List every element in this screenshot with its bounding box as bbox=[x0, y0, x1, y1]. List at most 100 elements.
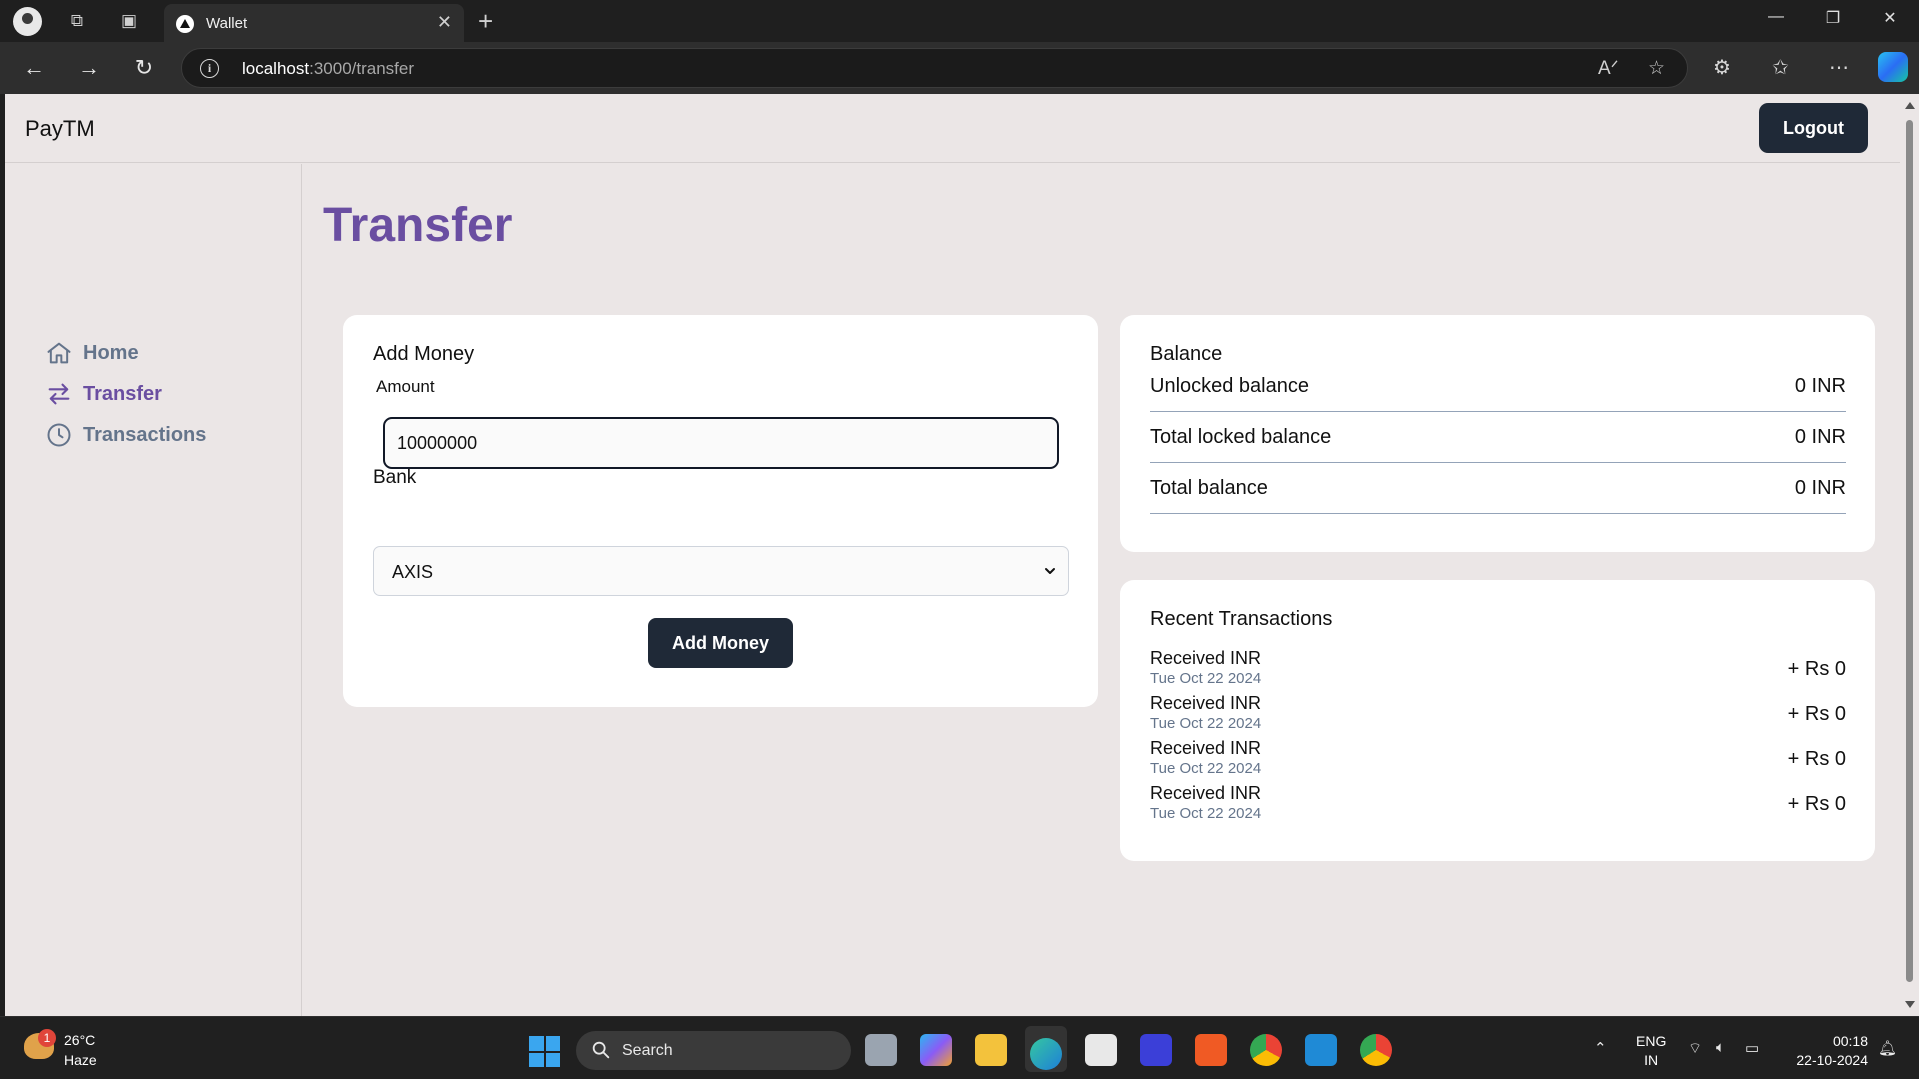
recent-transactions-title: Recent Transactions bbox=[1150, 608, 1333, 630]
balance-row-total: Total balance 0 INR bbox=[1150, 463, 1846, 514]
site-favicon-icon bbox=[176, 15, 194, 33]
close-tab-icon[interactable]: ✕ bbox=[437, 12, 452, 33]
browser-tab-strip: ⧉ ▣ Wallet ✕ + — ❐ ✕ bbox=[0, 0, 1919, 42]
scrollbar-thumb[interactable] bbox=[1906, 120, 1913, 982]
address-bar[interactable]: i localhost:3000/transfer Aᐟ ☆ bbox=[181, 48, 1688, 88]
microsoft-store-icon[interactable] bbox=[1085, 1034, 1117, 1066]
page-title: Transfer bbox=[323, 199, 513, 252]
copilot-icon[interactable] bbox=[1878, 52, 1908, 82]
copilot-app-icon[interactable] bbox=[920, 1034, 952, 1066]
more-menu-icon[interactable]: ⋯ bbox=[1829, 55, 1849, 80]
sidebar-item-transfer[interactable]: Transfer bbox=[45, 379, 162, 409]
sidebar-item-home[interactable]: Home bbox=[45, 338, 139, 368]
page-viewport: PayTM Logout Home Transfer Transactions … bbox=[5, 94, 1900, 1016]
amount-input[interactable] bbox=[383, 417, 1059, 469]
add-money-button[interactable]: Add Money bbox=[648, 618, 793, 668]
windows-start-icon[interactable] bbox=[529, 1036, 560, 1067]
bank-select[interactable]: AXIS bbox=[373, 546, 1069, 596]
taskbar-search-label: Search bbox=[622, 1042, 673, 1059]
language-indicator[interactable]: ENG IN bbox=[1636, 1032, 1666, 1070]
sidebar-item-label: Home bbox=[83, 341, 139, 364]
taskbar-search[interactable]: Search bbox=[576, 1031, 851, 1070]
sidebar-item-label: Transfer bbox=[83, 382, 162, 405]
add-money-card: Add Money Amount Bank AXIS Add Money bbox=[343, 315, 1098, 707]
transaction-item: Received INR Tue Oct 22 2024 + Rs 0 bbox=[1150, 648, 1846, 693]
scroll-up-icon[interactable] bbox=[1905, 102, 1915, 109]
back-icon[interactable]: ← bbox=[18, 52, 50, 84]
transaction-title: Received INR bbox=[1150, 783, 1262, 803]
balance-value: 0 INR bbox=[1794, 375, 1846, 397]
favorite-star-icon[interactable]: ☆ bbox=[1648, 57, 1665, 80]
balance-label: Total balance bbox=[1150, 477, 1268, 499]
language-code: ENG bbox=[1636, 1033, 1667, 1049]
site-info-icon[interactable]: i bbox=[200, 59, 219, 78]
clock[interactable]: 00:18 22-10-2024 bbox=[1786, 1032, 1868, 1070]
profile-icon[interactable] bbox=[13, 7, 42, 36]
close-window-icon[interactable]: ✕ bbox=[1868, 8, 1912, 28]
app-icon[interactable] bbox=[1140, 1034, 1172, 1066]
clock-time: 00:18 bbox=[1832, 1033, 1868, 1049]
volume-icon[interactable]: 🔈︎ bbox=[1716, 1039, 1725, 1056]
workspaces-icon[interactable]: ⧉ bbox=[66, 10, 88, 32]
transaction-title: Received INR bbox=[1150, 648, 1262, 668]
balance-card: Balance Unlocked balance 0 INR Total loc… bbox=[1120, 315, 1875, 552]
scroll-down-icon[interactable] bbox=[1905, 1001, 1915, 1008]
transaction-title: Received INR bbox=[1150, 693, 1262, 713]
amount-label: Amount bbox=[376, 377, 435, 396]
region-code: IN bbox=[1644, 1052, 1659, 1068]
balance-label: Unlocked balance bbox=[1150, 375, 1309, 397]
recent-transactions-card: Recent Transactions Received INR Tue Oct… bbox=[1120, 580, 1875, 861]
balance-value: 0 INR bbox=[1794, 477, 1846, 499]
refresh-icon[interactable]: ↻ bbox=[128, 52, 160, 84]
tab-title: Wallet bbox=[206, 15, 248, 32]
logout-button[interactable]: Logout bbox=[1759, 103, 1868, 153]
brand-logo-text: PayTM bbox=[25, 116, 95, 141]
balance-row-locked: Total locked balance 0 INR bbox=[1150, 412, 1846, 463]
battery-icon[interactable]: ▭ bbox=[1745, 1039, 1759, 1057]
favorites-icon[interactable]: ✩ bbox=[1772, 55, 1789, 80]
transaction-date: Tue Oct 22 2024 bbox=[1150, 670, 1262, 687]
bank-label: Bank bbox=[373, 467, 417, 488]
file-explorer-icon[interactable] bbox=[975, 1034, 1007, 1066]
sidebar-item-transactions[interactable]: Transactions bbox=[45, 420, 206, 450]
transaction-item: Received INR Tue Oct 22 2024 + Rs 0 bbox=[1150, 693, 1846, 738]
restore-icon[interactable]: ❐ bbox=[1811, 8, 1855, 28]
transaction-date: Tue Oct 22 2024 bbox=[1150, 805, 1262, 822]
browser-tab-wallet[interactable]: Wallet ✕ bbox=[164, 4, 464, 42]
weather-temperature[interactable]: 26°C bbox=[64, 1032, 95, 1048]
sidebar: Home Transfer Transactions bbox=[5, 164, 302, 1016]
clock-date: 22-10-2024 bbox=[1796, 1052, 1868, 1068]
extensions-icon[interactable]: ⚙ bbox=[1713, 55, 1731, 80]
new-tab-icon[interactable]: + bbox=[478, 6, 493, 37]
chevron-up-icon[interactable]: ⌃ bbox=[1594, 1039, 1607, 1057]
vscode-icon[interactable] bbox=[1305, 1034, 1337, 1066]
minimize-icon[interactable]: — bbox=[1754, 8, 1798, 26]
home-icon bbox=[47, 342, 71, 364]
add-money-title: Add Money bbox=[373, 343, 475, 365]
balance-value: 0 INR bbox=[1794, 426, 1846, 448]
wifi-icon[interactable]: ⌔ bbox=[1688, 1039, 1702, 1058]
page-scrollbar[interactable] bbox=[1900, 94, 1919, 1016]
transaction-amount: + Rs 0 bbox=[1787, 658, 1846, 680]
url-host: localhost bbox=[242, 59, 310, 78]
forward-icon[interactable]: → bbox=[73, 52, 105, 84]
transaction-date: Tue Oct 22 2024 bbox=[1150, 715, 1262, 732]
tab-actions-icon[interactable]: ▣ bbox=[118, 10, 140, 32]
edge-browser-icon[interactable] bbox=[1030, 1038, 1062, 1070]
weather-condition[interactable]: Haze bbox=[64, 1052, 97, 1068]
os-taskbar: 1 26°C Haze Search ⌃ ENG IN ⌔ 🔈︎ ▭ 00:18 2… bbox=[0, 1016, 1919, 1079]
brave-browser-icon[interactable] bbox=[1195, 1034, 1227, 1066]
task-view-icon[interactable] bbox=[865, 1034, 897, 1066]
chevron-down-icon bbox=[1045, 568, 1055, 574]
transaction-amount: + Rs 0 bbox=[1787, 748, 1846, 770]
transaction-item: Received INR Tue Oct 22 2024 + Rs 0 bbox=[1150, 783, 1846, 828]
transaction-title: Received INR bbox=[1150, 738, 1262, 758]
chrome-profile-icon[interactable] bbox=[1360, 1034, 1392, 1066]
bank-selected-value: AXIS bbox=[392, 562, 434, 582]
read-aloud-icon[interactable]: Aᐟ bbox=[1598, 57, 1619, 80]
chrome-browser-icon[interactable] bbox=[1250, 1034, 1282, 1066]
transaction-date: Tue Oct 22 2024 bbox=[1150, 760, 1262, 777]
clock-icon bbox=[47, 423, 71, 447]
notification-bell-icon[interactable]: 🔔︎ bbox=[1878, 1039, 1897, 1057]
transaction-amount: + Rs 0 bbox=[1787, 703, 1846, 725]
